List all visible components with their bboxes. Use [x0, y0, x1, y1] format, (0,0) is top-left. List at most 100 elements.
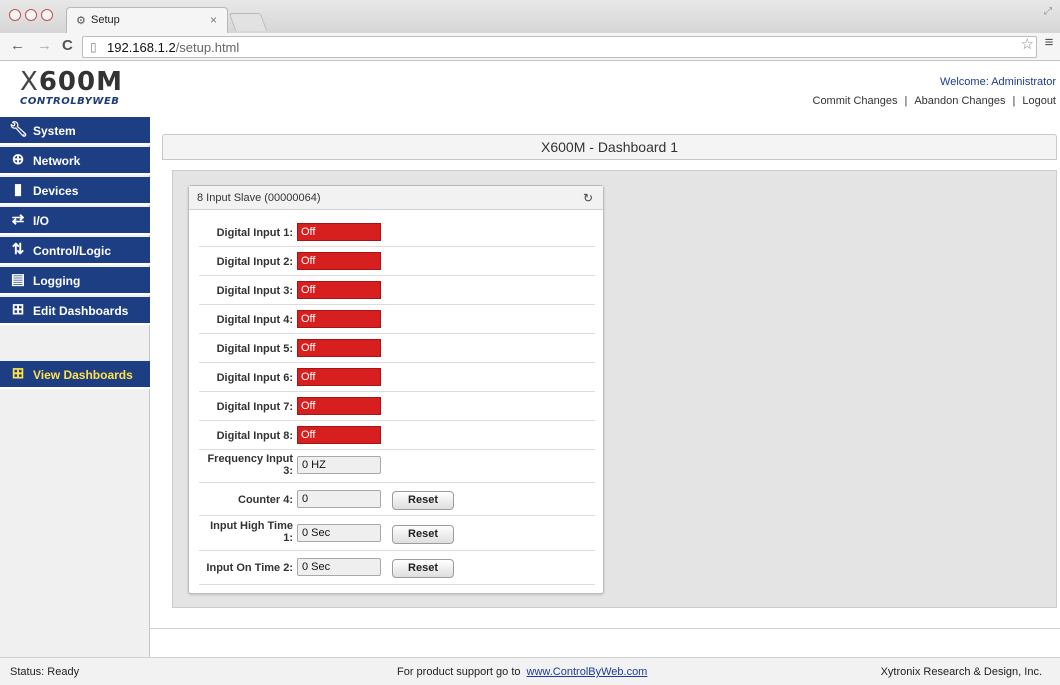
sidebar: 🔧︎ System ⊕ Network ▮ Devices ⇄ I/O ⇅ Co…: [0, 117, 150, 657]
widget-header: 8 Input Slave (00000064) ↻: [189, 186, 603, 210]
tab-close-icon[interactable]: ×: [210, 13, 217, 27]
fullscreen-icon[interactable]: ⤢: [1044, 6, 1052, 17]
close-window-button[interactable]: [9, 9, 21, 21]
digital-input-status: Off: [297, 281, 381, 299]
digital-input-status: Off: [297, 339, 381, 357]
abandon-changes-link[interactable]: Abandon Changes: [914, 95, 1005, 107]
sidebar-item-label: System: [33, 124, 76, 138]
address-bar[interactable]: ▯ 192.168.1.2/setup.html: [82, 36, 1037, 58]
digital-input-row: Digital Input 6: Off: [199, 363, 595, 392]
dashboard-title: X600M - Dashboard 1: [162, 134, 1057, 160]
dashboard-icon: ⊞: [11, 301, 25, 318]
on-time-label: Input On Time 2:: [206, 562, 293, 574]
sidebar-item-label: View Dashboards: [33, 368, 133, 382]
tab-title: Setup: [91, 14, 120, 26]
on-time-value: 0 Sec: [297, 558, 381, 576]
wrench-icon: 🔧︎: [9, 121, 29, 138]
digital-input-status: Off: [297, 223, 381, 241]
refresh-icon[interactable]: ↻: [583, 191, 593, 205]
sidebar-item-control-logic[interactable]: ⇅ Control/Logic: [0, 237, 150, 265]
digital-input-row: Digital Input 3: Off: [199, 276, 595, 305]
sidebar-item-label: Logging: [33, 274, 81, 288]
welcome-text: Welcome: Administrator: [940, 76, 1056, 88]
digital-input-row: Digital Input 1: Off: [199, 218, 595, 247]
digital-input-status: Off: [297, 310, 381, 328]
digital-input-status: Off: [297, 368, 381, 386]
support-text: For product support go to www.ControlByWe…: [397, 666, 648, 678]
digital-input-label: Digital Input 1:: [216, 227, 293, 239]
on-time-reset-button[interactable]: Reset: [392, 559, 454, 578]
digital-input-status: Off: [297, 252, 381, 270]
url-text: 192.168.1.2/setup.html: [107, 40, 240, 55]
high-time-label: Input High Time 1:: [210, 520, 293, 544]
input-slave-widget: 8 Input Slave (00000064) ↻ Digital Input…: [188, 185, 604, 594]
browser-tab-bar: ⚙ Setup × ⤢: [0, 0, 1060, 33]
zoom-window-button[interactable]: [41, 9, 53, 21]
page-icon: ▯: [90, 40, 97, 54]
support-link[interactable]: www.ControlByWeb.com: [527, 666, 648, 678]
sidebar-item-system[interactable]: 🔧︎ System: [0, 117, 150, 145]
digital-input-row: Digital Input 8: Off: [199, 421, 595, 450]
high-time-value: 0 Sec: [297, 524, 381, 542]
globe-icon: ⊕: [11, 151, 25, 168]
browser-tab[interactable]: ⚙ Setup ×: [66, 7, 228, 33]
header-links: Commit Changes | Abandon Changes | Logout: [812, 95, 1057, 107]
digital-input-label: Digital Input 8:: [216, 430, 293, 442]
dashboard-icon: ⊞: [11, 365, 25, 382]
reload-icon[interactable]: C: [62, 37, 73, 54]
sidebar-item-label: Network: [33, 154, 81, 168]
sidebar-item-label: I/O: [33, 214, 50, 228]
digital-input-row: Digital Input 2: Off: [199, 247, 595, 276]
sidebar-item-edit-dashboards[interactable]: ⊞ Edit Dashboards: [0, 297, 150, 325]
company-text: Xytronix Research & Design, Inc.: [880, 666, 1042, 678]
browser-nav-bar: ← → C ▯ 192.168.1.2/setup.html ☆ ≡: [0, 33, 1060, 61]
widget-title: 8 Input Slave (00000064): [197, 192, 321, 204]
back-arrow-icon[interactable]: ←: [10, 37, 25, 54]
footer-divider: [150, 628, 1060, 629]
digital-input-label: Digital Input 6:: [216, 372, 293, 384]
sidebar-item-label: Edit Dashboards: [33, 304, 129, 318]
digital-input-status: Off: [297, 397, 381, 415]
browser-menu-icon[interactable]: ≡: [1038, 34, 1060, 51]
digital-input-status: Off: [297, 426, 381, 444]
counter-row: Counter 4: 0 Reset: [199, 483, 595, 516]
log-icon: ▤: [10, 271, 26, 288]
control-logic-icon: ⇅: [11, 241, 25, 258]
favicon-icon: ⚙: [76, 15, 86, 27]
logo-main-text: X600M: [20, 67, 123, 97]
frequency-input-row: Frequency Input 3: 0 HZ: [199, 450, 595, 483]
bookmark-star-icon[interactable]: ☆: [1021, 35, 1034, 53]
device-icon: ▮: [13, 181, 23, 198]
sidebar-item-network[interactable]: ⊕ Network: [0, 147, 150, 175]
forward-arrow-icon[interactable]: →: [37, 37, 52, 54]
digital-input-label: Digital Input 5:: [216, 343, 293, 355]
sidebar-item-label: Control/Logic: [33, 244, 111, 258]
logo-sub-text: CONTROLBYWEB: [20, 96, 120, 107]
counter-reset-button[interactable]: Reset: [392, 491, 454, 510]
sidebar-item-label: Devices: [33, 184, 79, 198]
new-tab-button[interactable]: [228, 13, 268, 31]
digital-input-row: Digital Input 7: Off: [199, 392, 595, 421]
counter-label: Counter 4:: [238, 494, 293, 506]
minimize-window-button[interactable]: [25, 9, 37, 21]
sidebar-item-view-dashboards[interactable]: ⊞ View Dashboards: [0, 361, 150, 389]
commit-changes-link[interactable]: Commit Changes: [813, 95, 898, 107]
frequency-value: 0 HZ: [297, 456, 381, 474]
footer: Status: Ready For product support go to w…: [0, 657, 1060, 685]
logout-link[interactable]: Logout: [1022, 95, 1056, 107]
digital-input-label: Digital Input 3:: [216, 285, 293, 297]
status-text: Status: Ready: [10, 666, 80, 678]
digital-input-row: Digital Input 5: Off: [199, 334, 595, 363]
digital-input-label: Digital Input 4:: [216, 314, 293, 326]
frequency-input-label: Frequency Input 3:: [207, 453, 293, 477]
high-time-row: Input High Time 1: 0 Sec Reset: [199, 516, 595, 551]
on-time-row: Input On Time 2: 0 Sec Reset: [199, 551, 595, 585]
sidebar-item-devices[interactable]: ▮ Devices: [0, 177, 150, 205]
sidebar-item-io[interactable]: ⇄ I/O: [0, 207, 150, 235]
digital-input-label: Digital Input 2:: [216, 256, 293, 268]
logo: X600M CONTROLBYWEB: [20, 69, 150, 109]
high-time-reset-button[interactable]: Reset: [392, 525, 454, 544]
digital-input-row: Digital Input 4: Off: [199, 305, 595, 334]
counter-value: 0: [297, 490, 381, 508]
sidebar-item-logging[interactable]: ▤ Logging: [0, 267, 150, 295]
